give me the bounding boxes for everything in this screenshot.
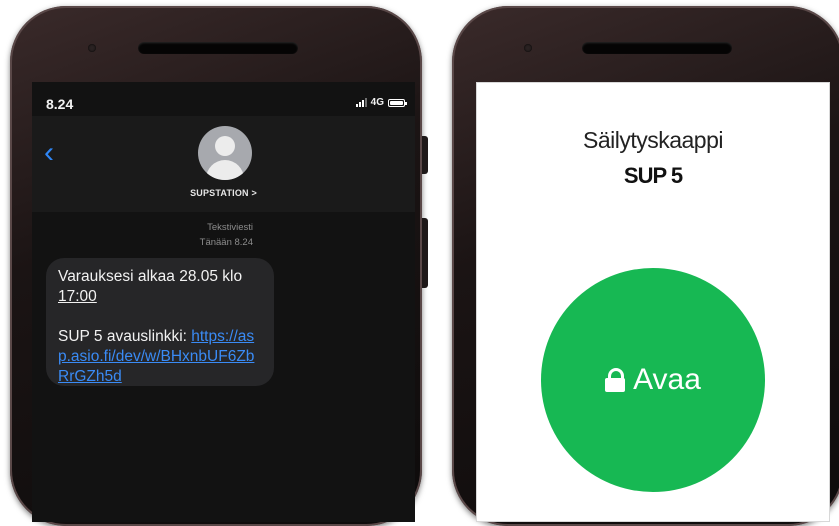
earpiece-speaker bbox=[582, 42, 732, 54]
contact-name[interactable]: SUPSTATION > bbox=[32, 188, 415, 198]
locker-screen: Säilytyskaappi SUP 5 Avaa bbox=[476, 82, 830, 522]
reservation-text: Varauksesi alkaa 28.05 klo bbox=[58, 268, 243, 285]
person-avatar-icon[interactable] bbox=[198, 126, 252, 180]
chevron-left-icon[interactable]: ‹ bbox=[44, 138, 54, 168]
status-bar: 8.24 4G bbox=[46, 96, 407, 114]
open-button-label: Avaa bbox=[633, 363, 701, 396]
locker-id: SUP 5 bbox=[623, 163, 683, 188]
battery-icon bbox=[388, 98, 407, 107]
front-sensor bbox=[524, 44, 532, 52]
lock-icon bbox=[605, 368, 626, 392]
power-button bbox=[422, 218, 428, 288]
open-locker-button[interactable]: Avaa bbox=[541, 268, 765, 492]
message-line-reservation: Varauksesi alkaa 28.05 klo 17:00 bbox=[58, 267, 262, 307]
left-phone: 8.24 4G ‹ SUPSTATION > Tekstiviesti Tänä… bbox=[10, 6, 428, 526]
link-prefix: SUP 5 avauslinkki: bbox=[58, 328, 192, 345]
message-line-link: SUP 5 avauslinkki: https://asp.asio.fi/d… bbox=[58, 327, 262, 387]
messages-screen: 8.24 4G ‹ SUPSTATION > Tekstiviesti Tänä… bbox=[32, 82, 415, 522]
status-icons: 4G bbox=[355, 97, 407, 108]
right-phone: Säilytyskaappi SUP 5 Avaa bbox=[452, 6, 839, 526]
message-timestamp: Tänään 8.24 bbox=[199, 237, 253, 248]
signal-icon bbox=[355, 98, 367, 107]
locker-title: Säilytyskaappi bbox=[582, 127, 724, 153]
reservation-time: 17:00 bbox=[58, 288, 97, 305]
locker-card: Säilytyskaappi SUP 5 Avaa bbox=[476, 82, 830, 522]
message-bubble: Varauksesi alkaa 28.05 klo 17:00 SUP 5 a… bbox=[46, 258, 274, 386]
status-time: 8.24 bbox=[46, 96, 74, 112]
conversation-header: ‹ SUPSTATION > bbox=[32, 116, 415, 212]
message-type: Tekstiviesti bbox=[207, 222, 253, 233]
front-sensor bbox=[88, 44, 96, 52]
network-type: 4G bbox=[370, 97, 384, 108]
volume-button bbox=[422, 136, 428, 174]
message-meta: Tekstiviesti Tänään 8.24 bbox=[200, 220, 253, 250]
earpiece-speaker bbox=[138, 42, 298, 54]
